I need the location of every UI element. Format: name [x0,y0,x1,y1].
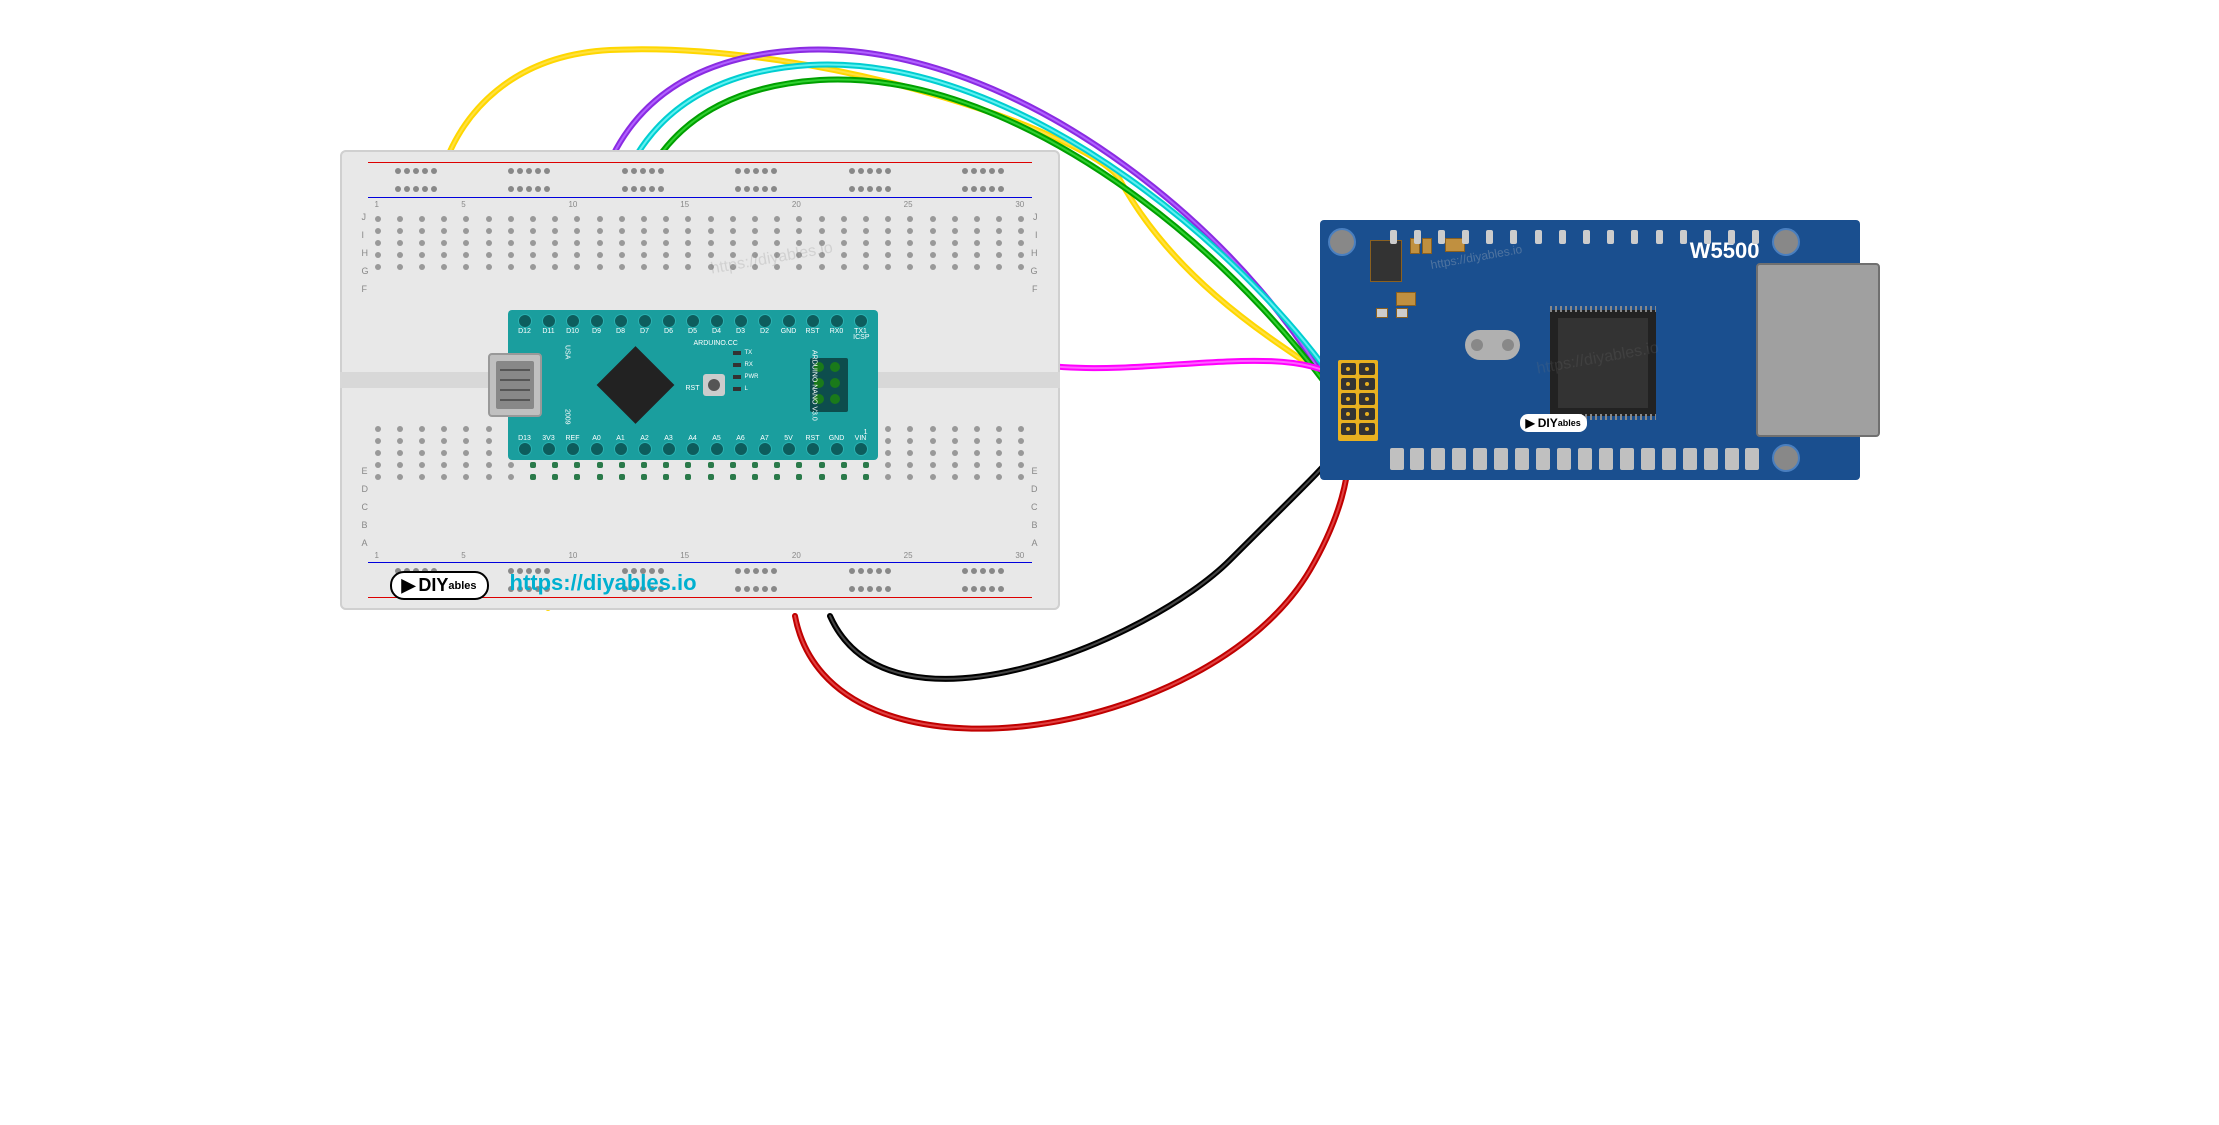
diyables-logo-icon: ▶DIYables [1520,414,1587,432]
status-leds: ["TX","RX","PWR","L"].forEach(l=>documen… [733,350,759,392]
smd-component [1396,308,1408,318]
mount-hole-icon [1772,444,1800,472]
model-text: ARDUINO NANO V3.0 [811,350,818,421]
diyables-logo-icon: ▶DIYables [390,571,489,600]
w5500-ethernet-module: W5500 for(let i=0;i<16;i++)document.writ… [1320,220,1860,480]
year-text: 2009 [564,409,571,425]
brand-text: ARDUINO.CC [694,340,738,347]
smd-component [1396,292,1416,306]
w5500-ic-chip [1550,310,1656,416]
power-rail-top: for(let g=0;g<6;g++){document.write('<di… [360,160,1040,200]
usa-text: USA [564,345,571,359]
mount-hole-icon [1328,228,1356,256]
crystal-oscillator [1465,330,1520,360]
smd-component [1376,308,1388,318]
top-pin-row: for(let i=0;i<15;i++)document.write('<di… [518,314,868,328]
bottom-pads-row: for(let i=0;i<18;i++)document.write('<di… [1390,448,1760,470]
source-url[interactable]: https://diyables.io [510,570,697,596]
reset-button[interactable] [703,374,725,396]
top-pads-row: for(let i=0;i<16;i++)document.write('<di… [1390,230,1760,244]
wiring-diagram: for(let g=0;g<6;g++){document.write('<di… [330,20,1890,810]
arduino-nano: ["TX","RX","PWR","L"].forEach(l=>documen… [508,310,878,460]
bottom-pin-row: for(let i=0;i<15;i++)document.write('<di… [518,442,868,456]
pin1-label: 1 [864,429,868,436]
rst-label: RST [686,385,700,392]
atmega328-chip [596,346,674,424]
icsp-label: ICSP [853,334,869,341]
spi-header: for(let i=0;i<5;i++)document.write('<div… [1338,360,1378,441]
logo-text: DIY [418,575,448,596]
usb-mini-connector [488,353,542,417]
mount-hole-icon [1772,228,1800,256]
rj45-ethernet-jack [1756,263,1880,437]
smd-component [1370,240,1402,282]
